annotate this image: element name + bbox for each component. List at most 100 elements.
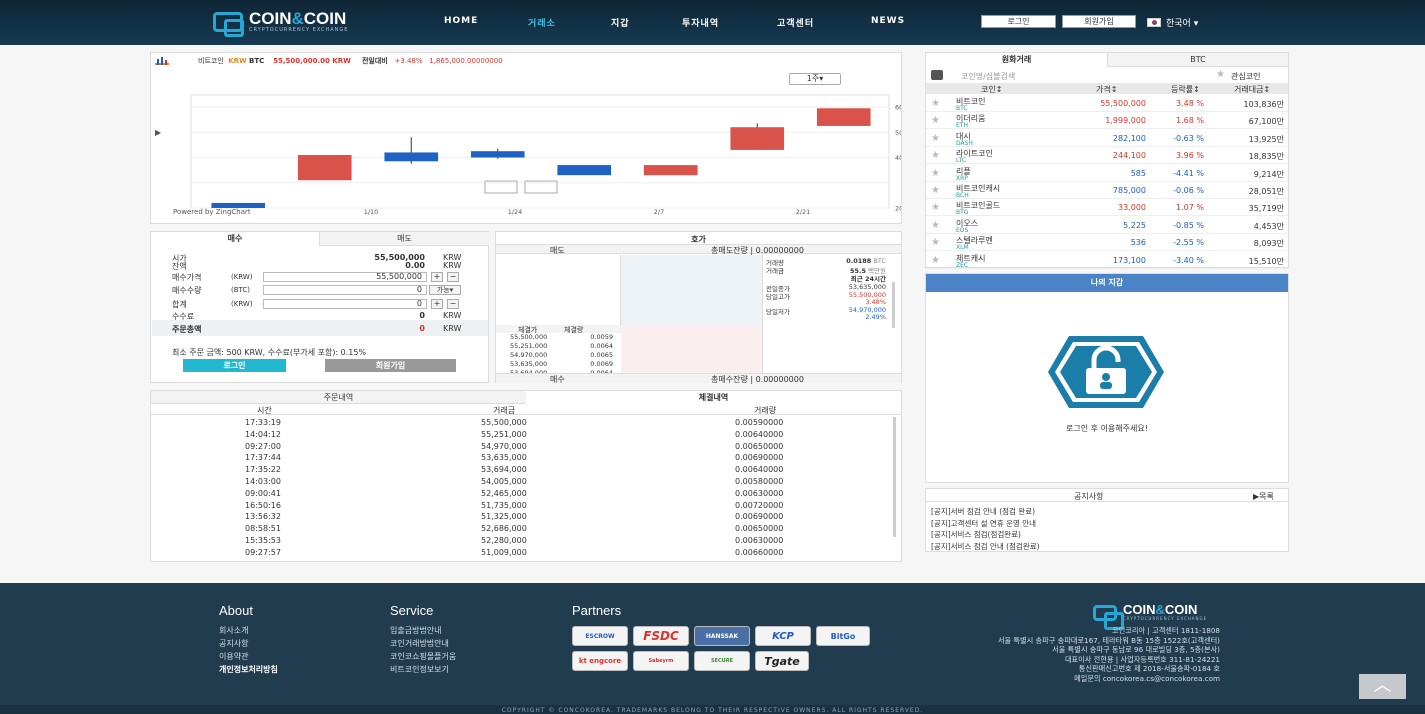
- coin-star-icon[interactable]: ★: [931, 202, 940, 213]
- orderbook-scrollbar[interactable]: [892, 282, 895, 328]
- logo-icon: [213, 12, 244, 37]
- partner-secure[interactable]: SECURE: [694, 651, 750, 671]
- scroll-top-button[interactable]: ︿: [1359, 674, 1406, 699]
- coin-price: 536: [1130, 238, 1146, 248]
- coin-star-icon[interactable]: ★: [931, 237, 940, 248]
- brand-logo[interactable]: COIN&COIN CRYPTOCURRENCY EXCHANGE: [213, 10, 348, 37]
- sort-coin[interactable]: 코인↕: [981, 84, 1002, 95]
- total-label: 주문총액: [172, 325, 202, 334]
- coin-row[interactable]: ★ 이오스 EOS 5,225 -0.85 % 4,453만: [926, 217, 1288, 234]
- coin-row[interactable]: ★ 대시 DASH 282,100 -0.63 % 13,925만: [926, 130, 1288, 147]
- history-volume: 0.00690000: [735, 512, 784, 522]
- tab-fill-history[interactable]: 체결내역: [526, 391, 901, 404]
- candle-body[interactable]: [557, 165, 612, 176]
- nav-wallet[interactable]: 지갑: [611, 16, 630, 29]
- nav-support[interactable]: 고객센터: [777, 16, 814, 29]
- footer-link-notice[interactable]: 공지사항: [219, 638, 248, 649]
- nav-home[interactable]: HOME: [444, 16, 478, 26]
- footer-brand-logo[interactable]: COIN&COIN CRYPTOCURRENCY EXCHANGE: [1093, 603, 1207, 630]
- candle-body[interactable]: [384, 152, 439, 162]
- footer-link-terms[interactable]: 이용약관: [219, 651, 248, 662]
- sum-input[interactable]: 0: [263, 299, 427, 309]
- notice-more-link[interactable]: ▶목록: [1253, 491, 1274, 502]
- favorite-star-icon[interactable]: ★: [1216, 69, 1225, 80]
- coin-star-icon[interactable]: ★: [931, 98, 940, 109]
- coin-row[interactable]: ★ 제트캐시 ZEC 173,100 -3.40 % 15,510만: [926, 252, 1288, 269]
- coin-row[interactable]: ★ 라이트코인 LTC 244,100 3.96 % 18,835만: [926, 147, 1288, 165]
- tab-krw-market[interactable]: 원화거래: [926, 53, 1107, 67]
- partner-tgate[interactable]: Tgate: [755, 651, 809, 671]
- coin-symbol: BCH: [956, 192, 969, 199]
- coin-row[interactable]: ★ 리플 XRP 585 -4.41 % 9,214만: [926, 165, 1288, 182]
- notice-item[interactable]: [공지]고객센터 설 연휴 운영 안내: [931, 518, 1036, 529]
- favorite-coins-toggle[interactable]: 관심코인: [1231, 71, 1260, 82]
- coin-star-icon[interactable]: ★: [931, 115, 940, 126]
- chart-attribution: Powered by ZingChart: [173, 208, 251, 216]
- sum-minus-button[interactable]: −: [447, 299, 459, 309]
- footer-link-deposit[interactable]: 입출금방법안내: [390, 625, 442, 636]
- login-button[interactable]: 로그인: [981, 15, 1056, 28]
- tab-sell[interactable]: 매도: [319, 232, 489, 246]
- history-scrollbar[interactable]: [893, 417, 896, 537]
- partner-sabeyrm[interactable]: Sabeyrm: [633, 651, 689, 671]
- tab-buy[interactable]: 매수: [151, 232, 319, 246]
- footer-link-about[interactable]: 회사소개: [219, 625, 248, 636]
- partner-hanssak[interactable]: HANSSAK: [694, 626, 750, 646]
- coin-row[interactable]: ★ 스텔라루멘 XLM 536 -2.55 % 8,093만: [926, 234, 1288, 252]
- partner-fsdc[interactable]: FSDC: [633, 626, 689, 646]
- partner-kt-engcore[interactable]: kt engcore: [572, 651, 628, 671]
- fill-qty: 0.0064: [590, 342, 613, 350]
- footer-link-trade-guide[interactable]: 코인거래방법안내: [390, 638, 449, 649]
- bid-price-input[interactable]: 55,500,000: [263, 272, 427, 282]
- sort-change[interactable]: 등락률↕: [1171, 84, 1200, 95]
- notice-item[interactable]: [공지]서비스 점검(점검완료): [931, 529, 1021, 540]
- candle-body[interactable]: [643, 165, 698, 176]
- coin-row[interactable]: ★ 비트코인골드 BTG 33,000 1.07 % 35,719만: [926, 199, 1288, 217]
- bid-price-minus-button[interactable]: −: [447, 272, 459, 282]
- coin-search-input[interactable]: 코인명/심볼검색: [961, 71, 1015, 82]
- coin-change: -2.55 %: [1173, 238, 1204, 248]
- notice-item[interactable]: [공지]서버 점검 안내 (점검 완료): [931, 506, 1035, 517]
- tab-order-history[interactable]: 주문내역: [151, 391, 526, 404]
- sort-volume[interactable]: 거래대금↕: [1234, 84, 1270, 95]
- coin-change: -0.63 %: [1173, 133, 1204, 143]
- coin-star-icon[interactable]: ★: [931, 185, 940, 196]
- coin-row[interactable]: ★ 비트코인캐시 BCH 785,000 -0.06 % 28,051만: [926, 182, 1288, 199]
- search-icon[interactable]: [931, 70, 943, 80]
- coin-row[interactable]: ★ 이더리움 ETH 1,999,000 1.68 % 67,100만: [926, 112, 1288, 130]
- history-panel: 주문내역 체결내역 시간 거래금 거래량 17:33:19 55,500,000 0…: [150, 390, 902, 562]
- bid-price-plus-button[interactable]: +: [431, 272, 443, 282]
- candle-body[interactable]: [730, 127, 785, 150]
- notice-item[interactable]: [공지]서비스 점검 안내 (점검완료): [931, 541, 1040, 552]
- nav-news[interactable]: NEWS: [871, 16, 905, 26]
- sum-plus-button[interactable]: +: [431, 299, 443, 309]
- nav-exchange[interactable]: 거래소: [528, 16, 556, 29]
- coin-star-icon[interactable]: ★: [931, 150, 940, 161]
- history-amount: 52,280,000: [481, 536, 527, 545]
- candle-body[interactable]: [470, 151, 525, 158]
- candlestick-chart[interactable]: 60000000 50000000 40000000 20000000 1/10 1/24…: [151, 53, 901, 223]
- partner-escrow[interactable]: ESCROW: [572, 626, 628, 646]
- coin-star-icon[interactable]: ★: [931, 168, 940, 179]
- total-value: 0: [419, 324, 425, 333]
- coin-star-icon[interactable]: ★: [931, 255, 940, 266]
- footer-link-shop[interactable]: 코인코쇼핑몰플거움: [390, 651, 456, 662]
- partner-kcp[interactable]: KCP: [755, 626, 811, 646]
- tab-btc-market[interactable]: BTC: [1107, 53, 1288, 67]
- coin-star-icon[interactable]: ★: [931, 133, 940, 144]
- quantity-available-select[interactable]: 가능▾: [429, 285, 461, 295]
- quantity-input[interactable]: 0: [263, 285, 427, 295]
- footer-link-bitcoin-info[interactable]: 비트코인정보보기: [390, 664, 449, 675]
- order-signup-button[interactable]: 회원가입: [325, 359, 456, 372]
- candle-body[interactable]: [816, 108, 871, 126]
- candle-body[interactable]: [297, 154, 352, 181]
- signup-button[interactable]: 회원가입: [1062, 15, 1136, 28]
- sort-price[interactable]: 가격↕: [1096, 84, 1117, 95]
- language-select[interactable]: 한국어 ▾: [1147, 16, 1198, 29]
- order-login-button[interactable]: 로그인: [183, 359, 286, 372]
- coin-row[interactable]: ★ 비트코인 BTC 55,500,000 3.48 % 103,836만: [926, 95, 1288, 112]
- nav-investments[interactable]: 투자내역: [682, 16, 719, 29]
- coin-star-icon[interactable]: ★: [931, 220, 940, 231]
- partner-bitgo[interactable]: BitGo: [816, 626, 870, 646]
- footer-link-privacy[interactable]: 개인정보처리방침: [219, 664, 278, 675]
